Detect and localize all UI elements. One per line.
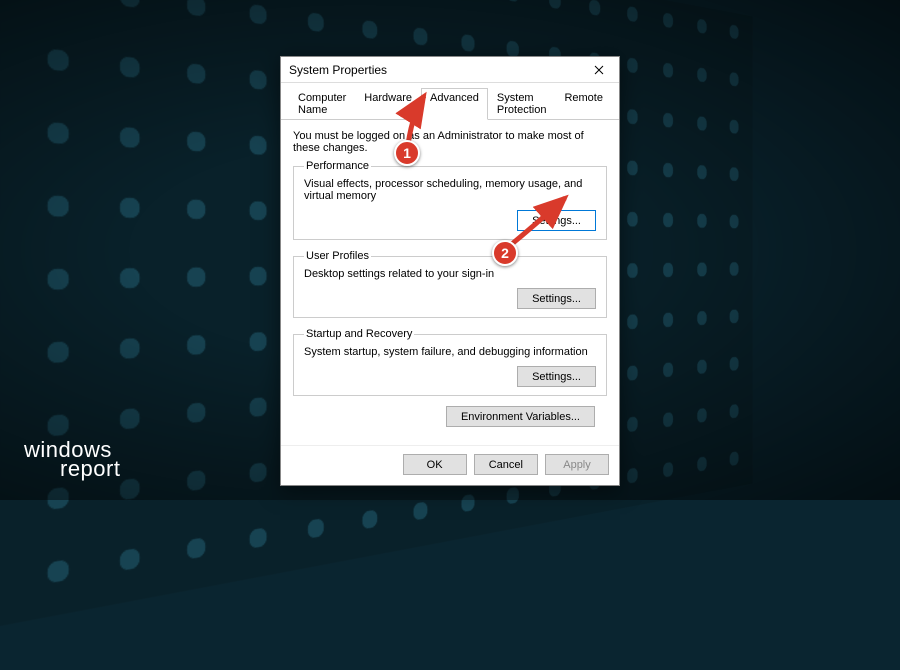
cancel-button[interactable]: Cancel: [474, 454, 538, 475]
tab-advanced[interactable]: Advanced: [421, 88, 488, 120]
titlebar[interactable]: System Properties: [281, 57, 619, 83]
user-profiles-settings-button[interactable]: Settings...: [517, 288, 596, 309]
tab-hardware[interactable]: Hardware: [355, 88, 421, 120]
group-startup-recovery: Startup and Recovery System startup, sys…: [293, 328, 607, 396]
group-startup-desc: System startup, system failure, and debu…: [304, 346, 596, 358]
group-performance: Performance Visual effects, processor sc…: [293, 160, 607, 240]
startup-settings-button[interactable]: Settings...: [517, 366, 596, 387]
group-startup-legend: Startup and Recovery: [304, 328, 414, 340]
annotation-badge-2: 2: [492, 240, 518, 266]
tab-remote[interactable]: Remote: [555, 88, 612, 120]
admin-note: You must be logged on as an Administrato…: [293, 130, 607, 154]
ok-button[interactable]: OK: [403, 454, 467, 475]
group-user-profiles-legend: User Profiles: [304, 250, 371, 262]
tab-system-protection[interactable]: System Protection: [488, 88, 556, 120]
performance-settings-button[interactable]: Settings...: [517, 210, 596, 231]
watermark-logo: windows report: [24, 440, 120, 480]
tab-strip: Computer Name Hardware Advanced System P…: [281, 83, 619, 120]
close-icon[interactable]: [581, 57, 617, 83]
apply-button[interactable]: Apply: [545, 454, 609, 475]
group-user-profiles: User Profiles Desktop settings related t…: [293, 250, 607, 318]
group-user-profiles-desc: Desktop settings related to your sign-in: [304, 268, 596, 280]
system-properties-dialog: System Properties Computer Name Hardware…: [280, 56, 620, 486]
group-performance-desc: Visual effects, processor scheduling, me…: [304, 178, 596, 202]
group-performance-legend: Performance: [304, 160, 371, 172]
dialog-content: You must be logged on as an Administrato…: [281, 120, 619, 445]
dialog-footer: OK Cancel Apply: [281, 445, 619, 485]
annotation-badge-1: 1: [394, 140, 420, 166]
tab-computer-name[interactable]: Computer Name: [289, 88, 355, 120]
environment-variables-button[interactable]: Environment Variables...: [446, 406, 595, 427]
window-title: System Properties: [289, 63, 581, 77]
watermark-line2: report: [60, 459, 120, 480]
